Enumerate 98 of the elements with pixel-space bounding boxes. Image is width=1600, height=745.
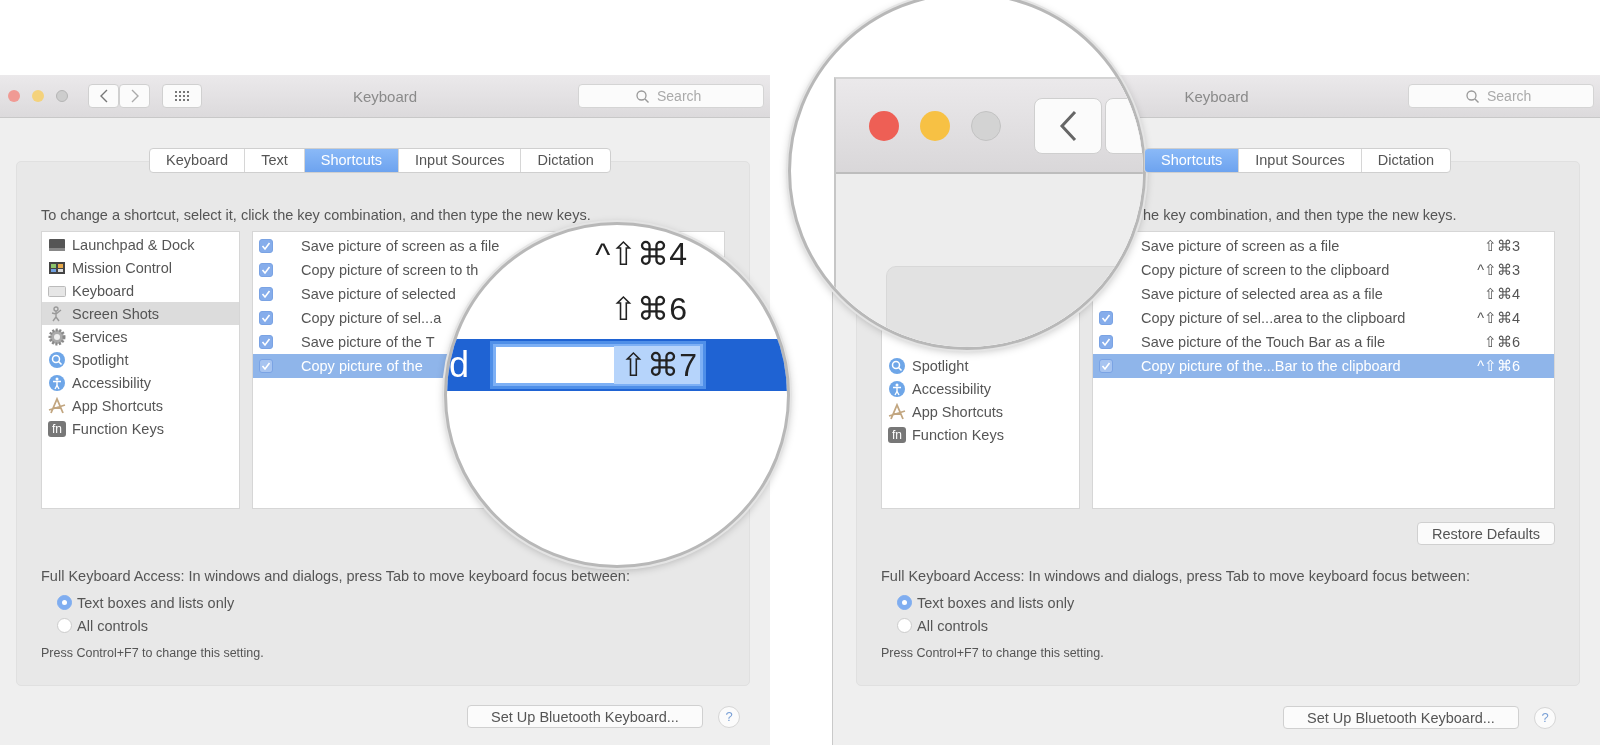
accessibility-icon	[48, 373, 66, 392]
shortcut-name: Copy picture of the	[301, 358, 423, 374]
checkbox[interactable]	[259, 263, 273, 277]
zoom-button[interactable]	[56, 90, 68, 102]
key-combination: ⇧⌘6	[1483, 334, 1521, 350]
checkbox[interactable]	[259, 239, 273, 253]
shortcut-name: Copy picture of the...Bar to the clipboard	[1141, 358, 1402, 374]
search-icon	[888, 356, 906, 375]
key-combination: ^⇧⌘4	[1477, 310, 1521, 326]
setup-keyboard-button[interactable]: Set Up Bluetooth Keyboard...	[1283, 706, 1519, 729]
category-item[interactable]: Accessibility	[882, 377, 1079, 400]
tab[interactable]: Keyboard	[150, 149, 245, 172]
gear-icon	[48, 327, 66, 346]
search-icon	[636, 90, 649, 103]
search-field[interactable]: Search	[578, 84, 764, 108]
show-all-button[interactable]	[162, 84, 202, 108]
forward-button[interactable]	[119, 84, 150, 108]
access-text: Full Keyboard Access: In windows and dialogs, press Tab to move keyboard focus between:	[41, 567, 631, 585]
radio-label: All controls	[917, 617, 988, 634]
minimize-button[interactable]	[920, 110, 950, 141]
tab[interactable]: Input Sources	[1238, 149, 1361, 172]
category-item[interactable]: Accessibility	[42, 371, 239, 394]
chevron-left-icon	[1059, 109, 1077, 142]
hint-text: Press Control+F7 to change this setting.	[41, 646, 265, 660]
key-combination: ⇧⌘6	[610, 290, 687, 328]
shortcut-name: Copy picture of screen to the clipboard	[1141, 262, 1391, 278]
shortcut-name: Copy picture of screen to th	[301, 262, 479, 278]
checkbox[interactable]	[1099, 359, 1113, 373]
instruction-text: To change a shortcut, select it, click the key combination, and then type the new keys.	[41, 206, 592, 224]
fn-key-icon: fn	[888, 426, 906, 443]
shortcut-name: Save picture of screen as a file	[1141, 238, 1341, 254]
category-item[interactable]: Mission Control	[42, 256, 239, 279]
search-field[interactable]: Search	[1408, 84, 1594, 108]
shortcut-name: Save picture of selected	[301, 286, 456, 302]
shortcut-item[interactable]: Save picture of the T	[273, 330, 435, 354]
tab[interactable]: Input Sources	[398, 149, 521, 172]
shortcut-name: Save picture of selected area as a file	[1141, 286, 1384, 302]
tab[interactable]: Dictation	[520, 149, 610, 172]
close-button[interactable]	[8, 90, 20, 102]
key-combination: ^⇧⌘4	[595, 235, 687, 273]
radio-label: Text boxes and lists only	[917, 594, 1075, 611]
category-item[interactable]: App Shortcuts	[42, 394, 239, 417]
checkbox[interactable]	[259, 335, 273, 349]
access-text: Full Keyboard Access: In windows and dialogs, press Tab to move keyboard focus between:	[881, 567, 1471, 585]
radio-button[interactable]	[57, 618, 72, 633]
category-item[interactable]: Launchpad & Dock	[42, 233, 239, 256]
display-icon	[48, 236, 66, 253]
search-icon	[1466, 90, 1479, 103]
shortcut-name: Save picture of the Touch Bar as a file	[1141, 334, 1386, 350]
fn-key-icon: fn	[48, 420, 66, 437]
category-item[interactable]: fn Function Keys	[882, 423, 1079, 446]
window-title: Keyboard	[1184, 87, 1249, 105]
key-combination: ^⇧⌘3	[1477, 262, 1521, 278]
radio-button[interactable]	[897, 595, 912, 610]
window-title: Keyboard	[352, 87, 418, 105]
category-item[interactable]: App Shortcuts	[882, 400, 1079, 423]
zoom-button[interactable]	[971, 110, 1001, 141]
grid-icon	[175, 91, 189, 101]
shortcut-field[interactable]: ⇧⌘7	[493, 344, 704, 386]
close-button[interactable]	[869, 110, 899, 141]
chevron-left-icon	[99, 89, 108, 103]
back-button[interactable]	[1034, 97, 1102, 154]
category-item[interactable]: Spotlight	[882, 354, 1079, 377]
chevron-right-icon	[130, 89, 139, 103]
shortcut-name: Copy picture of sel...a	[301, 310, 442, 326]
shortcut-name: Save picture of the T	[301, 334, 435, 350]
category-item[interactable]: Screen Shots	[42, 302, 239, 325]
checkbox[interactable]	[259, 287, 273, 301]
category-item[interactable]: fn Function Keys	[42, 417, 239, 440]
tab[interactable]: Dictation	[1360, 149, 1451, 172]
category-item[interactable]: Services	[42, 325, 239, 348]
windows-icon	[48, 259, 66, 276]
search-icon	[48, 350, 66, 369]
checkbox[interactable]	[259, 311, 273, 325]
instruction-text: he key combination, and then type the new keys.	[1142, 206, 1458, 224]
accessibility-icon	[888, 379, 906, 398]
key-combination: ⇧⌘4	[1483, 286, 1521, 302]
a-letter-icon	[888, 402, 906, 421]
checkbox[interactable]	[1099, 335, 1113, 349]
shortcut-name: Copy picture of sel...area to the clipboard	[1141, 310, 1407, 326]
radio-button[interactable]	[897, 618, 912, 633]
checkbox[interactable]	[1099, 311, 1113, 325]
category-item[interactable]: Spotlight	[42, 348, 239, 371]
a-letter-icon	[48, 396, 66, 415]
checkbox[interactable]	[259, 359, 273, 373]
category-item[interactable]: Keyboard	[42, 279, 239, 302]
tab[interactable]: Text	[244, 149, 304, 172]
shortcut-item[interactable]: Copy picture of sel...a	[273, 306, 442, 330]
key-combination: ^⇧⌘6	[1477, 358, 1521, 374]
radio-label: Text boxes and lists only	[77, 594, 235, 611]
row-text: d	[449, 344, 470, 386]
hint-text: Press Control+F7 to change this setting.	[881, 646, 1105, 660]
key-combination: ⇧⌘3	[1483, 238, 1521, 254]
restore-defaults-button[interactable]: Restore Defaults	[1417, 522, 1555, 545]
shortcut-name: Save picture of screen as a file	[301, 238, 500, 254]
radio-button[interactable]	[57, 595, 72, 610]
radio-label: All controls	[77, 617, 148, 634]
setup-keyboard-button[interactable]: Set Up Bluetooth Keyboard...	[467, 705, 703, 728]
